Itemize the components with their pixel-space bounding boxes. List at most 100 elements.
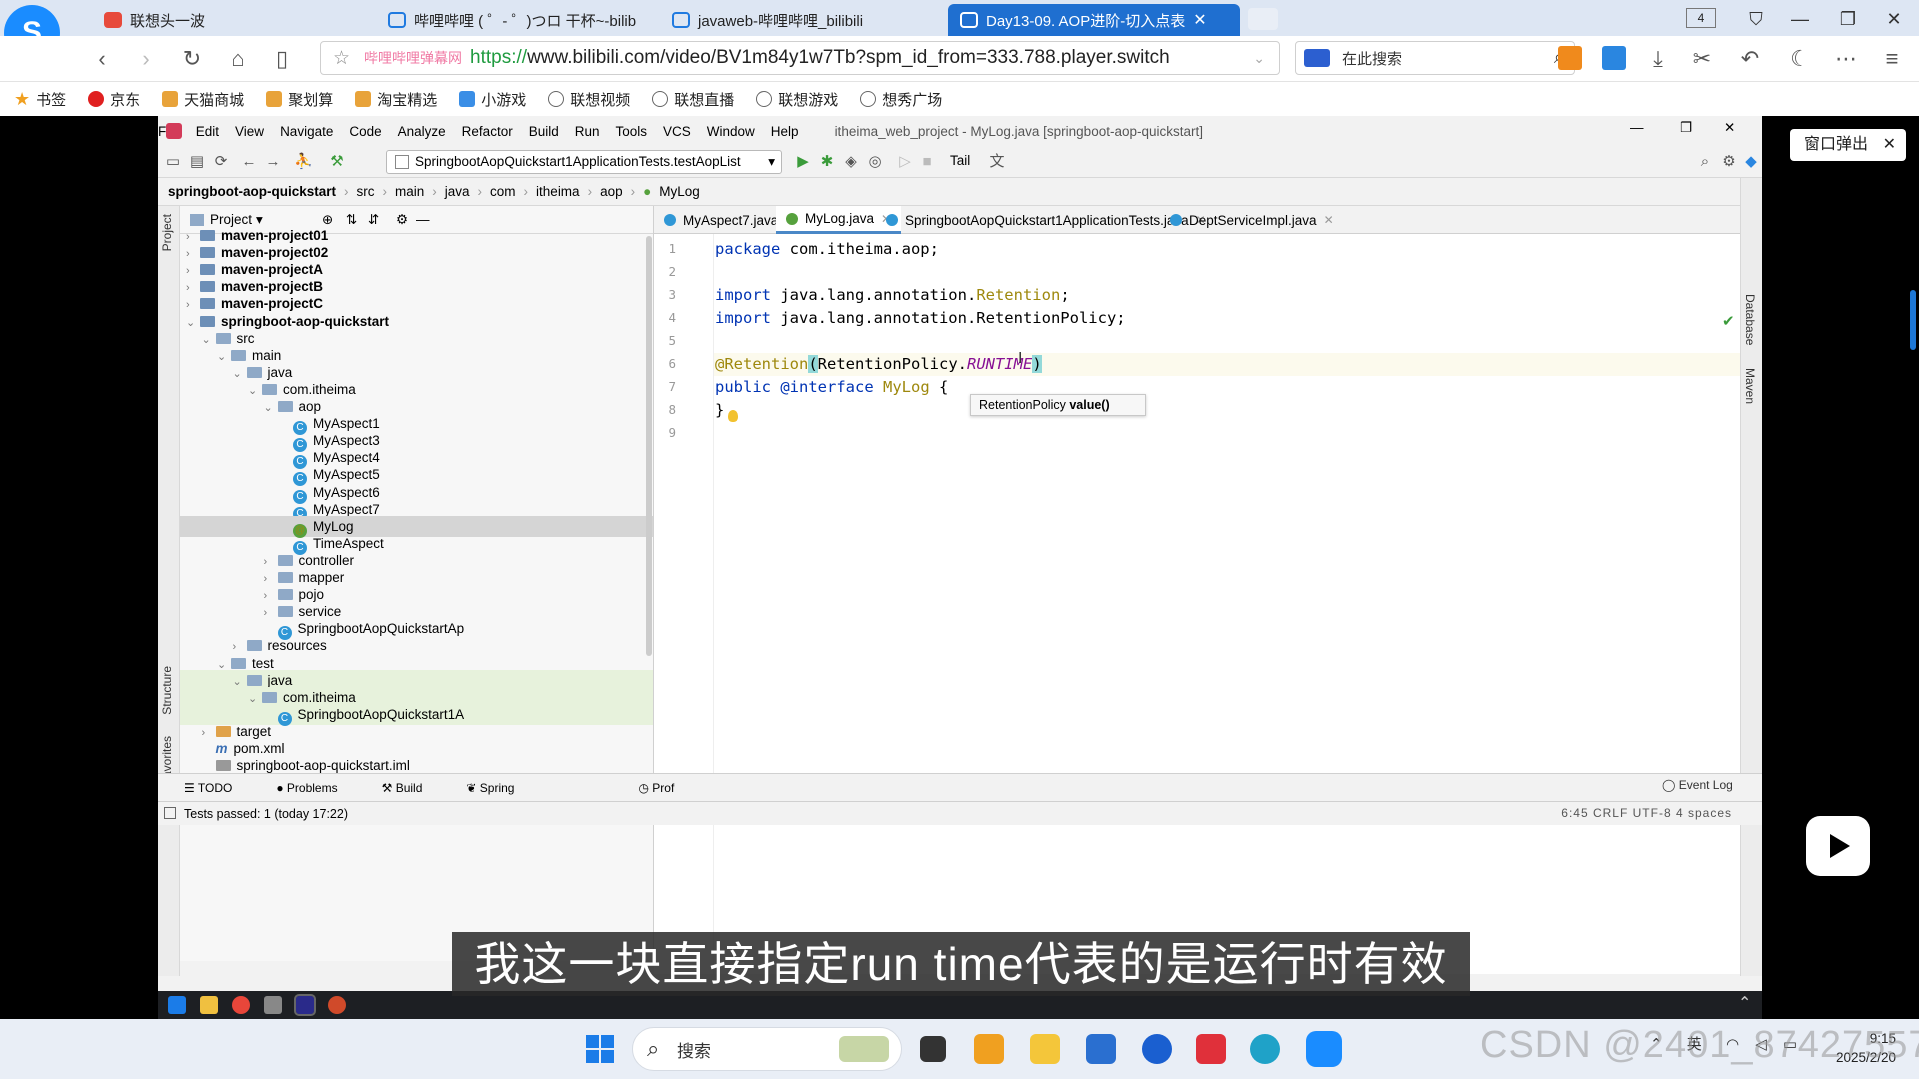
todo-tool-button[interactable]: ☰ TODO	[184, 781, 254, 795]
event-log-button[interactable]: ◯ Event Log	[1662, 778, 1733, 792]
status-toggle-icon[interactable]	[164, 807, 176, 819]
wps-icon[interactable]	[1196, 1034, 1226, 1064]
menu-navigate[interactable]: Navigate	[280, 124, 333, 139]
browser-tab[interactable]: 联想头一波	[92, 4, 362, 36]
bookmark-item[interactable]: 淘宝精选	[355, 89, 437, 110]
menu-window[interactable]: Window	[707, 124, 755, 139]
menu-refactor[interactable]: Refactor	[462, 124, 513, 139]
sync-icon[interactable]: ⟳	[212, 153, 230, 171]
home-icon[interactable]: ⌂	[222, 44, 254, 74]
search-icon[interactable]: ⌕	[1696, 153, 1714, 171]
database-tool-tab[interactable]: Database	[1743, 294, 1757, 345]
browser-tab-active[interactable]: Day13-09. AOP进阶-切入点表 ✕	[948, 4, 1240, 36]
stop-icon[interactable]: ■	[918, 153, 936, 171]
menu-edit[interactable]: Edit	[196, 124, 219, 139]
project-tool-tab[interactable]: Project	[160, 214, 174, 251]
reader-icon[interactable]: ▯	[266, 44, 298, 74]
browser-taskbar-icon[interactable]	[1306, 1031, 1342, 1067]
breadcrumb-item[interactable]: springboot-aop-quickstart	[168, 184, 336, 199]
plugin-icon[interactable]: ◆	[1742, 153, 1760, 171]
ide-close-icon[interactable]: ✕	[1724, 120, 1735, 136]
ide-restore-icon[interactable]: ❐	[1680, 120, 1692, 136]
search-input[interactable]: 在此搜索 ⌕	[1295, 41, 1575, 75]
back-icon[interactable]: ‹	[86, 44, 118, 74]
baidu-search-engine-icon[interactable]	[1304, 49, 1330, 67]
translate-icon[interactable]: 文	[988, 153, 1006, 171]
user-icon[interactable]: ⛹	[294, 153, 313, 171]
windows-start-icon[interactable]	[586, 1035, 614, 1063]
build-hammer-icon[interactable]: ⚒	[328, 153, 346, 171]
bilibili-tv-icon[interactable]	[1806, 816, 1870, 876]
problems-tool-button[interactable]: ● Problems	[276, 781, 359, 795]
scrollbar[interactable]	[1910, 290, 1916, 350]
undo-icon[interactable]: ↶	[1734, 44, 1766, 74]
bookmark-star-icon[interactable]: ☆	[333, 47, 350, 70]
bookmark-item[interactable]: 小游戏	[459, 89, 526, 110]
extension-icon[interactable]	[1558, 46, 1582, 70]
shirt-skin-icon[interactable]: ⛉	[1738, 6, 1774, 32]
settings-gear-icon[interactable]: ⚙	[1720, 153, 1738, 171]
menu-code[interactable]: Code	[349, 124, 381, 139]
new-tab-button[interactable]	[1248, 8, 1278, 30]
bookmark-item[interactable]: 联想直播	[652, 89, 734, 110]
menu-analyze[interactable]: Analyze	[398, 124, 446, 139]
ide-minimize-icon[interactable]: —	[1630, 120, 1644, 135]
close-tab-icon[interactable]: ✕	[1324, 213, 1334, 227]
lenovo-app-icon[interactable]	[1142, 1034, 1172, 1064]
bookmark-item[interactable]: 京东	[88, 89, 140, 110]
tree-scrollbar[interactable]	[646, 236, 652, 656]
build-tool-button[interactable]: ⚒ Build	[382, 781, 445, 795]
menu-help[interactable]: Help	[771, 124, 799, 139]
breadcrumb-item[interactable]: MyLog	[659, 184, 700, 199]
forward-icon[interactable]: ›	[130, 44, 162, 74]
close-icon[interactable]: ✕	[1883, 129, 1896, 161]
structure-tool-tab[interactable]: Structure	[160, 666, 174, 715]
breadcrumb-item[interactable]: java	[445, 184, 470, 199]
menu-build[interactable]: Build	[529, 124, 559, 139]
maven-tool-tab[interactable]: Maven	[1743, 368, 1757, 404]
store-icon[interactable]	[1086, 1034, 1116, 1064]
task-view-icon[interactable]	[920, 1036, 946, 1062]
bookmark-item[interactable]: 聚划算	[266, 89, 333, 110]
dropdown-icon[interactable]: ⌄	[1253, 50, 1265, 67]
save-icon[interactable]: ▤	[188, 153, 206, 171]
tab-count-badge[interactable]: 4	[1686, 8, 1716, 28]
editor-tab[interactable]: DeptServiceImpl.java ✕	[1160, 206, 1344, 234]
coverage-icon[interactable]: ◈	[842, 153, 860, 171]
bookmark-item[interactable]: 想秀广场	[860, 89, 942, 110]
bookmark-item[interactable]: 天猫商城	[162, 89, 244, 110]
more-icon[interactable]: ⋯	[1830, 44, 1862, 74]
file-explorer-icon[interactable]	[1030, 1034, 1060, 1064]
run-icon[interactable]: ▶	[794, 153, 812, 171]
menu-view[interactable]: View	[235, 124, 264, 139]
menu-vcs[interactable]: VCS	[663, 124, 691, 139]
bookmark-item[interactable]: ★ 书签	[14, 89, 66, 110]
send-icon[interactable]	[1602, 46, 1626, 70]
minimize-icon[interactable]: —	[1782, 6, 1818, 32]
taskbar-search[interactable]: ⌕ 搜索	[632, 1027, 902, 1071]
back-icon[interactable]: ←	[240, 153, 258, 171]
browser-tab[interactable]: javaweb-哔哩哔哩_bilibili	[660, 4, 940, 36]
breadcrumb-item[interactable]: src	[357, 184, 375, 199]
reload-icon[interactable]: ↻	[176, 44, 208, 74]
lightbulb-icon[interactable]	[728, 410, 738, 422]
app-icon[interactable]	[974, 1034, 1004, 1064]
spring-tool-button[interactable]: ❦ Spring	[466, 781, 536, 795]
edge-icon[interactable]	[1250, 1034, 1280, 1064]
status-right-info[interactable]: 6:45 CRLF UTF-8 4 spaces	[1561, 806, 1732, 820]
browser-tab[interactable]: 哔哩哔哩 ( ゜- ゜)つロ 干杯~-bilib	[376, 4, 646, 36]
debug-icon[interactable]: ✱	[818, 153, 836, 171]
run-configuration-select[interactable]: SpringbootAopQuickstart1ApplicationTests…	[386, 150, 782, 174]
profiler-tool-button[interactable]: ◷ Prof	[638, 781, 696, 795]
download-icon[interactable]: ⤓	[1642, 44, 1674, 74]
close-window-icon[interactable]: ✕	[1876, 6, 1912, 32]
scissors-icon[interactable]: ✂	[1686, 44, 1718, 74]
menu-tools[interactable]: Tools	[616, 124, 648, 139]
open-icon[interactable]: ▭	[164, 153, 182, 171]
breadcrumb-item[interactable]: aop	[600, 184, 623, 199]
bookmark-item[interactable]: 联想游戏	[756, 89, 838, 110]
menu-icon[interactable]: ≡	[1876, 44, 1908, 74]
popout-window-button[interactable]: 窗口弹出 ✕	[1790, 129, 1906, 161]
night-mode-icon[interactable]: ☾	[1784, 44, 1816, 74]
forward-icon[interactable]: →	[264, 153, 282, 171]
